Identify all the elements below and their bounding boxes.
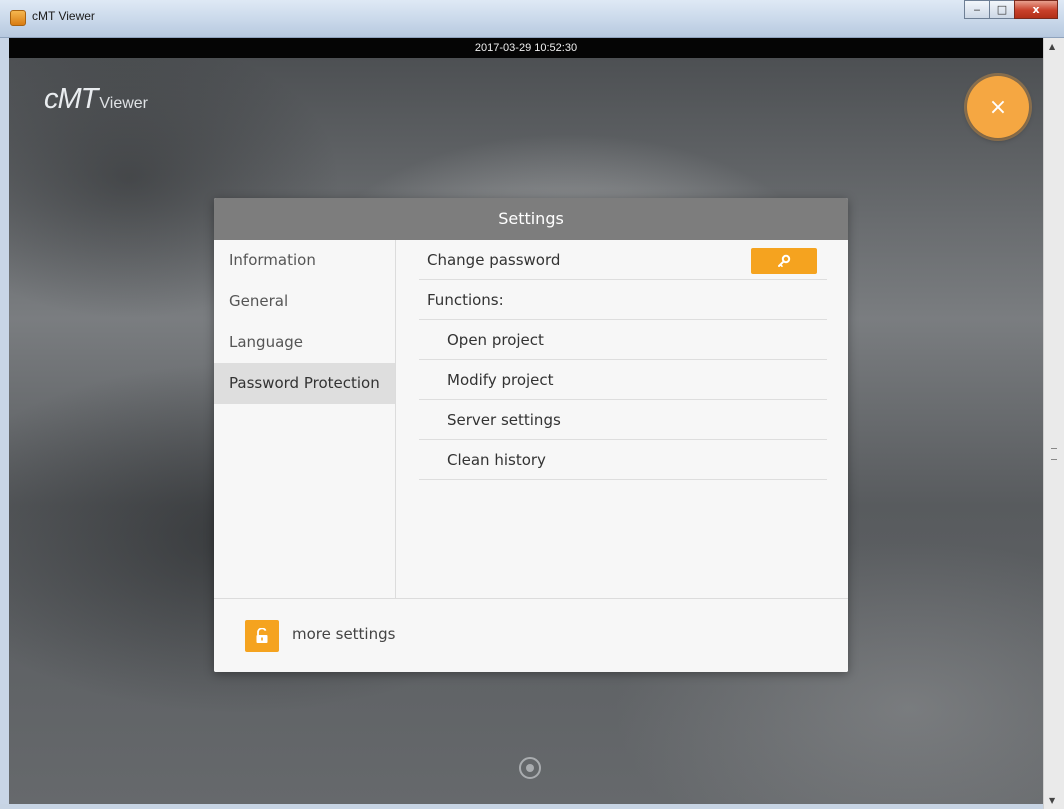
nav-item-language[interactable]: Language xyxy=(214,322,395,363)
scroll-down-icon[interactable]: ▼ xyxy=(1049,796,1055,805)
unlock-icon xyxy=(256,628,268,643)
more-settings-button[interactable] xyxy=(245,620,279,652)
dialog-title: Settings xyxy=(214,198,848,240)
home-indicator-dot xyxy=(526,764,534,772)
scroll-up-icon[interactable]: ▲ xyxy=(1049,42,1055,51)
close-icon: × xyxy=(988,94,1008,120)
more-settings-label[interactable]: more settings xyxy=(292,625,395,643)
close-settings-button[interactable]: × xyxy=(967,76,1029,138)
cmt-viewer-logo: cMT Viewer xyxy=(44,83,148,116)
server-settings-row[interactable]: Server settings xyxy=(419,400,827,440)
window-bottom-border xyxy=(0,804,1043,809)
window-scrollbar[interactable]: ▲ ▼ xyxy=(1043,38,1064,809)
change-password-button[interactable] xyxy=(751,248,817,274)
timestamp-bar: 2017-03-29 10:52:30 xyxy=(9,38,1043,58)
window-left-border xyxy=(0,38,9,809)
window-titlebar: cMT Viewer ‒ □ x xyxy=(0,0,1064,38)
clean-history-row[interactable]: Clean history xyxy=(419,440,827,480)
close-window-button[interactable]: x xyxy=(1014,0,1058,19)
app-icon xyxy=(10,10,26,26)
dialog-footer: more settings xyxy=(214,598,848,672)
settings-dialog: Settings Information General Language Pa… xyxy=(214,198,848,672)
nav-item-information[interactable]: Information xyxy=(214,240,395,281)
nav-item-general[interactable]: General xyxy=(214,281,395,322)
window-controls: ‒ □ x xyxy=(964,0,1058,20)
logo-sub-text: Viewer xyxy=(99,95,148,112)
maximize-button[interactable]: □ xyxy=(989,0,1015,19)
minimize-button[interactable]: ‒ xyxy=(964,0,990,19)
logo-main-text: cMT xyxy=(44,83,98,115)
window-title: cMT Viewer xyxy=(32,9,95,23)
dialog-body: Information General Language Password Pr… xyxy=(214,240,848,598)
home-indicator-icon[interactable] xyxy=(519,757,541,779)
change-password-row: Change password xyxy=(419,240,827,280)
nav-item-password-protection[interactable]: Password Protection xyxy=(214,363,395,404)
scroll-grip[interactable] xyxy=(1051,448,1057,460)
settings-nav: Information General Language Password Pr… xyxy=(214,240,396,598)
modify-project-row[interactable]: Modify project xyxy=(419,360,827,400)
change-password-label: Change password xyxy=(427,251,561,269)
password-protection-panel: Change password Functions: Open project … xyxy=(419,240,827,480)
open-project-row[interactable]: Open project xyxy=(419,320,827,360)
key-icon xyxy=(778,254,791,267)
functions-header: Functions: xyxy=(419,280,827,320)
